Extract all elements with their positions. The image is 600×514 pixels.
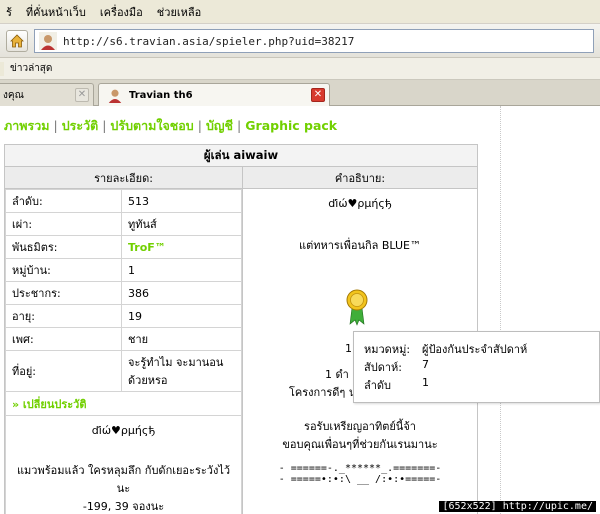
subnav-account[interactable]: บัญชี: [206, 118, 233, 133]
subnav-graphic-pack[interactable]: Graphic pack: [245, 118, 337, 133]
description-header: คำอธิบาย:: [242, 166, 478, 189]
tooltip-label: สัปดาห์:: [364, 361, 402, 374]
navigation-bar: http://s6.travian.asia/spieler.php?uid=3…: [0, 24, 600, 58]
medal-tooltip: หมวดหมู่: ผู้ป้องกันประจำสัปดาห์ สัปดาห์…: [353, 331, 600, 403]
label: ประชากร:: [5, 281, 122, 305]
separator: |: [53, 118, 58, 133]
description-line: - =====•:•:\ __ /:•:•=====-: [278, 474, 442, 485]
travian-favicon-icon: [108, 89, 122, 103]
tab-active[interactable]: Travian th6 ✕: [98, 83, 330, 106]
player-profile-table: ผู้เล่น aiwaiw รายละเอียด: คำอธิบาย: ลำด…: [4, 144, 478, 514]
gender-value: ชาย: [121, 327, 242, 351]
description-line: ďiώ♥ρμήςђ: [91, 424, 156, 437]
table-row: ประชากร: 386: [5, 281, 242, 305]
tooltip-value: 7: [422, 358, 429, 371]
table-row: พันธมิตร: TroF™: [5, 235, 242, 259]
table-row: ลำดับ: 513: [5, 189, 242, 213]
description-line: ďiώ♥ρμήςђ: [328, 197, 392, 210]
table-row: ลำดับ 1: [360, 376, 531, 394]
separator: |: [237, 118, 242, 133]
label: เพศ:: [5, 327, 122, 351]
alliance-link[interactable]: TroF™: [121, 235, 242, 259]
description-line: รอรับเหรียญอาทิตย์นี้จ้า: [304, 420, 416, 433]
page-content: ภาพรวม | ประวัติ | ปรับตามใจชอบ | บัญชี | Graphi…: [0, 106, 600, 514]
table-row: อายุ: 19: [5, 304, 242, 328]
home-button[interactable]: [6, 30, 28, 52]
label: พันธมิตร:: [5, 235, 122, 259]
subnav-history[interactable]: ประวัติ: [62, 118, 99, 133]
menu-item-help[interactable]: ช่วยเหลือ: [157, 3, 201, 21]
label: เผ่า:: [5, 212, 122, 236]
menu-item-0[interactable]: ร้: [6, 3, 12, 21]
tab-label: Travian th6: [129, 89, 193, 101]
table-row: เผ่า: ทูทันส์: [5, 212, 242, 236]
address-bar[interactable]: http://s6.travian.asia/spieler.php?uid=3…: [34, 29, 594, 53]
table-row: หมู่บ้าน: 1: [5, 258, 242, 282]
description-line: ขอบคุณเพื่อนๆที่ช่วยกันเรนมานะ: [282, 438, 438, 451]
label: ที่อยู่:: [5, 350, 122, 392]
subnav-preferences[interactable]: ปรับตามใจชอบ: [110, 118, 193, 133]
subnav-overview[interactable]: ภาพรวม: [4, 118, 49, 133]
bookmark-latest-news[interactable]: ข่าวล่าสุด: [10, 61, 52, 76]
divider: [500, 106, 501, 514]
description-line: - ======-._******_.=======-: [278, 463, 442, 474]
watermark: [652x522] http://upic.me/: [439, 501, 596, 512]
table-row: เพศ: ชาย: [5, 327, 242, 351]
close-icon[interactable]: ✕: [75, 88, 89, 102]
tab-bar: งคุณ ✕ Travian th6 ✕: [0, 80, 600, 106]
label: หมู่บ้าน:: [5, 258, 122, 282]
tooltip-label: หมวดหมู่:: [364, 343, 411, 356]
tooltip-value: ผู้ป้องกันประจำสัปดาห์: [422, 343, 528, 356]
menu-item-bookmarks[interactable]: ที่คั่นหน้าเว็บ: [26, 3, 86, 21]
details-table: ลำดับ: 513 เผ่า: ทูทันส์ พันธมิตร: TroF™ หม…: [5, 189, 242, 514]
url-text: http://s6.travian.asia/spieler.php?uid=3…: [63, 34, 355, 48]
player-title: ผู้เล่น aiwaiw: [4, 144, 478, 167]
menu-bar: ร้ ที่คั่นหน้าเว็บ เครื่องมือ ช่วยเหลือ: [0, 0, 600, 24]
description-line: -199, 39 จองนะ: [82, 500, 165, 513]
villages-value: 1: [121, 258, 242, 282]
label: ลำดับ:: [5, 189, 122, 213]
travian-favicon-icon: [39, 32, 57, 50]
label: อายุ:: [5, 304, 122, 328]
table-row: หมวดหมู่: ผู้ป้องกันประจำสัปดาห์: [360, 340, 531, 358]
close-icon[interactable]: ✕: [311, 88, 325, 102]
bookmarks-toolbar: ข่าวล่าสุด: [0, 58, 600, 80]
tooltip-label: ลำดับ: [364, 379, 392, 392]
rank-value: 513: [121, 189, 242, 213]
tooltip-value: 1: [422, 376, 429, 389]
table-row: สัปดาห์: 7: [360, 358, 531, 376]
table-row: ที่อยู่: จะรู้ทำไม จะมานอนด้วยหรอ: [5, 350, 242, 392]
medal-icon[interactable]: [345, 288, 369, 326]
description-line: แต่ทหารเพื่อนกิล BLUE™: [299, 239, 421, 252]
browser-window: ร้ ที่คั่นหน้าเว็บ เครื่องมือ ช่วยเหลือ …: [0, 0, 600, 514]
separator: |: [102, 118, 107, 133]
profile-subnav: ภาพรวม | ประวัติ | ปรับตามใจชอบ | บัญชี | Graphi…: [4, 116, 337, 136]
age-value: 19: [121, 304, 242, 328]
details-header: รายละเอียด:: [4, 166, 243, 189]
tooltip-table: หมวดหมู่: ผู้ป้องกันประจำสัปดาห์ สัปดาห์…: [360, 340, 531, 394]
description-line: แมวพร้อมแล้ว ใครหลุมลึก กับดักเยอะระวังไ…: [16, 464, 231, 495]
population-value: 386: [121, 281, 242, 305]
tribe-value: ทูทันส์: [121, 212, 242, 236]
tab-label: งคุณ: [3, 89, 24, 101]
change-profile-link[interactable]: » เปลี่ยนประวัติ: [5, 391, 242, 416]
left-description: ďiώ♥ρμήςђ แมวพร้อมแล้ว ใครหลุมลึก กับดัก…: [5, 415, 242, 514]
toolbar-grip-icon: [0, 61, 4, 76]
location-value: จะรู้ทำไม จะมานอนด้วยหรอ: [121, 350, 242, 392]
home-icon: [10, 34, 24, 48]
separator: |: [197, 118, 202, 133]
tab-inactive[interactable]: งคุณ ✕: [0, 83, 94, 106]
menu-item-tools[interactable]: เครื่องมือ: [100, 3, 143, 21]
